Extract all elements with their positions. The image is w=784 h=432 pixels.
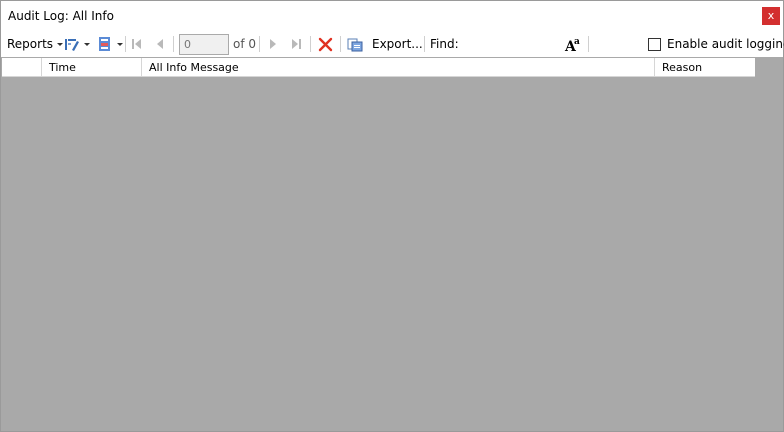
first-page-icon — [132, 39, 141, 49]
clear-log-button[interactable] — [318, 31, 333, 57]
export-button[interactable]: Export... — [347, 31, 423, 57]
last-page-button[interactable] — [290, 31, 302, 57]
reports-dropdown[interactable]: Reports — [7, 31, 64, 57]
enable-audit-logging-toggle[interactable]: Enable audit logging — [648, 31, 784, 57]
grid-header: Time All Info Message Reason — [2, 58, 755, 77]
font-size-icon: A a — [564, 37, 580, 52]
toolbar-separator — [340, 36, 341, 52]
find-label: Find: — [430, 37, 459, 51]
find-label-container: Find: — [430, 31, 459, 57]
chevron-down-icon — [117, 43, 123, 46]
enable-audit-logging-label: Enable audit logging — [667, 37, 784, 51]
reports-label: Reports — [7, 37, 54, 51]
toolbar-separator — [173, 36, 174, 52]
toolbar-separator — [588, 36, 589, 52]
toolbar-separator — [125, 36, 126, 52]
next-page-button[interactable] — [268, 31, 278, 57]
first-page-button[interactable] — [131, 31, 143, 57]
previous-icon — [157, 39, 163, 49]
toolbar-separator — [310, 36, 311, 52]
toolbar: Reports of 0 Export... Find: A a Enable … — [1, 31, 784, 57]
last-page-icon — [292, 39, 301, 49]
column-header-reason[interactable]: Reason — [655, 58, 755, 77]
filter-edit-icon — [65, 39, 79, 51]
svg-text:a: a — [574, 37, 580, 47]
report-type-dropdown[interactable] — [97, 31, 123, 57]
delete-icon — [318, 37, 333, 51]
export-label: Export... — [372, 37, 423, 51]
page-count: of 0 — [233, 31, 256, 57]
previous-page-button[interactable] — [155, 31, 165, 57]
audit-log-grid[interactable]: Time All Info Message Reason — [1, 57, 783, 431]
chevron-down-icon — [57, 43, 64, 46]
page-number-input[interactable] — [179, 34, 229, 55]
row-selector-header[interactable] — [2, 58, 42, 77]
close-button[interactable]: x — [762, 7, 780, 25]
title-bar: Audit Log: All Info x — [1, 1, 783, 31]
next-icon — [270, 39, 276, 49]
enable-audit-logging-checkbox[interactable] — [648, 37, 661, 51]
column-header-message[interactable]: All Info Message — [142, 58, 655, 77]
audit-log-window: Audit Log: All Info x Reports of 0 Expor… — [0, 0, 784, 432]
chevron-down-icon — [84, 43, 90, 46]
page-of-text: of 0 — [233, 37, 257, 51]
font-size-button[interactable]: A a — [564, 31, 582, 57]
copy-export-icon — [347, 38, 363, 52]
column-header-time[interactable]: Time — [42, 58, 142, 77]
toolbar-separator — [424, 36, 425, 52]
window-title: Audit Log: All Info — [8, 9, 114, 23]
report-icon — [99, 37, 110, 51]
edit-filter-dropdown[interactable] — [64, 31, 90, 57]
toolbar-separator — [259, 36, 260, 52]
